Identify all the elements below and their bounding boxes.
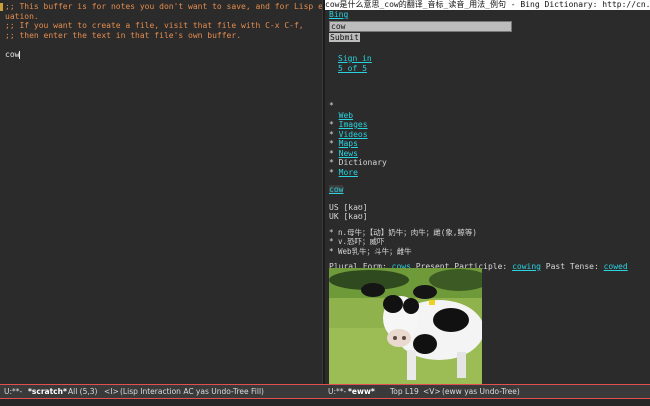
- left-modeline-status: U:**-: [4, 387, 23, 396]
- present-participle-link[interactable]: cowing: [512, 262, 541, 271]
- right-modeline-status: U:**-: [328, 387, 347, 396]
- mode-line: U:**- *scratch* All (5,3) <I> (Lisp Inte…: [0, 384, 650, 399]
- comment-line-3: ;; If you want to create a file, visit t…: [5, 21, 304, 30]
- text-cursor: [19, 50, 21, 59]
- echo-area[interactable]: [0, 399, 650, 406]
- comment-line-1: ;; This buffer is for notes you don't wa…: [5, 2, 322, 11]
- scratch-text-area[interactable]: ;; This buffer is for notes you don't wa…: [0, 0, 322, 60]
- right-modeline-modes[interactable]: (eww yas Undo-Tree): [442, 385, 520, 398]
- nav-item-web: Web: [338, 110, 354, 120]
- nav-item-videos: * Videos: [329, 129, 368, 139]
- headword-link[interactable]: cow: [329, 185, 344, 194]
- left-modeline-state: <I>: [104, 387, 119, 396]
- right-modeline-position: Top L19: [390, 387, 419, 396]
- bing-link[interactable]: Bing: [329, 10, 348, 19]
- scratch-body-text[interactable]: cow: [5, 50, 322, 60]
- page-title: cow是什么意思_cow的翻译_音标_读音_用法_例句 - Bing Dicti…: [325, 0, 650, 10]
- nav-item-dictionary: * Dictionary: [329, 158, 387, 167]
- definition-3: * Web乳牛；斗牛；雌牛: [329, 246, 412, 256]
- left-modeline-buffer[interactable]: *scratch*: [28, 385, 67, 398]
- search-input[interactable]: cow: [329, 20, 512, 32]
- nav-item-images: * Images: [329, 120, 368, 129]
- left-modeline-position: All (5,3): [68, 387, 98, 396]
- nav-item-more: * More: [329, 167, 358, 177]
- eww-buffer[interactable]: cow是什么意思_cow的翻译_音标_读音_用法_例句 - Bing Dicti…: [325, 0, 650, 384]
- pronunciation-us: US [kaʊ]: [329, 202, 368, 212]
- definition-2: * v.恐吓；威吓: [329, 237, 385, 246]
- sign-in-link[interactable]: Sign in: [338, 54, 372, 63]
- past-tense-link[interactable]: cowed: [604, 262, 628, 271]
- cow-photo: [329, 268, 482, 384]
- left-modeline-modes[interactable]: (Lisp Interaction AC yas Undo-Tree Fill): [120, 385, 264, 398]
- cow-image[interactable]: [329, 268, 482, 384]
- fringe-marker: [0, 3, 3, 11]
- right-modeline-buffer[interactable]: *eww*: [348, 385, 375, 398]
- scratch-buffer[interactable]: ;; This buffer is for notes you don't wa…: [0, 0, 322, 384]
- comment-line-2: uation.: [5, 11, 39, 21]
- comment-line-4: ;; then enter the text in that file's ow…: [5, 30, 242, 40]
- definition-1: * n.母牛；【动】奶牛；肉牛；雌(象,鲸等): [329, 227, 477, 237]
- nav-item-news: * News: [329, 148, 358, 158]
- right-modeline-state: <V>: [423, 387, 441, 396]
- nav-item-empty: *: [329, 101, 334, 110]
- nav-item-maps: * Maps: [329, 139, 358, 148]
- submit-button[interactable]: Submit: [329, 32, 360, 42]
- pronunciation-uk: UK [kaʊ]: [329, 212, 368, 221]
- pager-link[interactable]: 5 of 5: [338, 64, 367, 73]
